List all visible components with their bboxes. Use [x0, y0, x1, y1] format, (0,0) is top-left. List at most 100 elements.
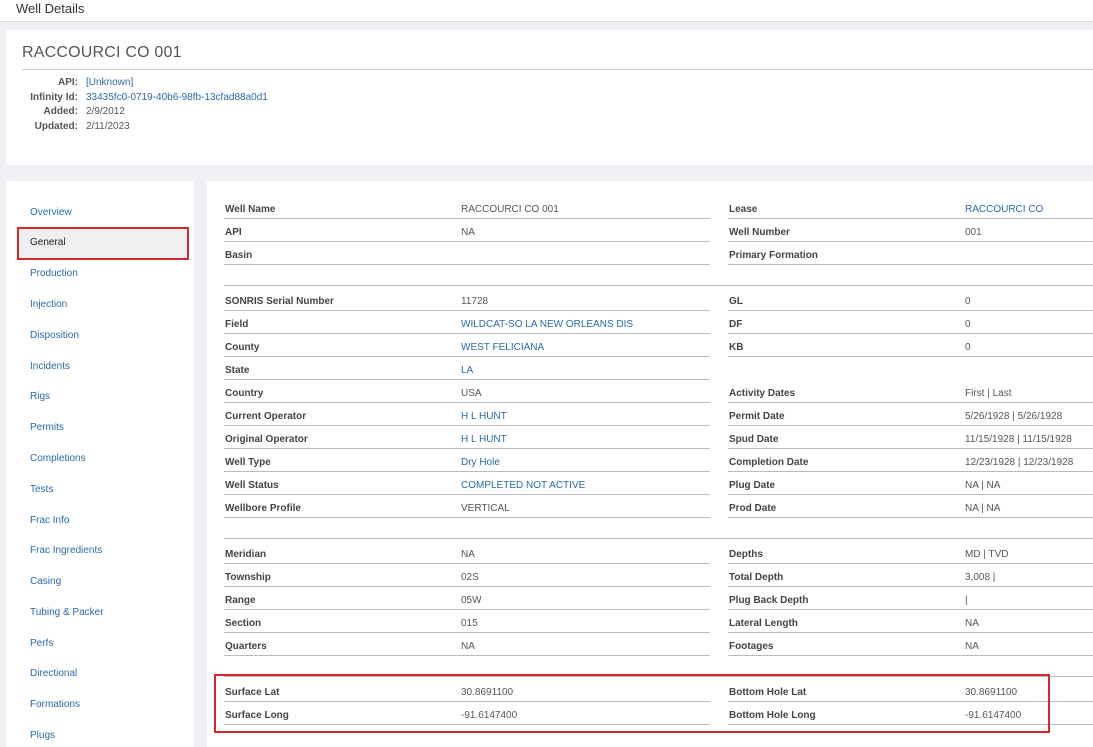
- detail-label: Meridian: [225, 549, 267, 560]
- sidebar-item-tests[interactable]: Tests: [30, 484, 53, 495]
- meta-api-label: API:: [58, 77, 78, 88]
- sidebar-item-frac-ingredients[interactable]: Frac Ingredients: [30, 545, 102, 556]
- row-divider: [224, 310, 710, 311]
- detail-row: Well Status COMPLETED NOT ACTIVE Plug Da…: [224, 474, 1093, 497]
- row-divider: [728, 425, 1093, 426]
- detail-row: SONRIS Serial Number 11728 GL 0: [224, 290, 1093, 313]
- detail-label: Well Type: [225, 457, 271, 468]
- well-status-link[interactable]: COMPLETED NOT ACTIVE: [461, 480, 585, 491]
- detail-value: 02S: [461, 572, 479, 583]
- sidebar-item-formations[interactable]: Formations: [30, 699, 80, 710]
- detail-label: Section: [225, 618, 262, 629]
- detail-value: 0: [965, 319, 971, 330]
- row-divider: [728, 356, 1093, 357]
- row-divider: [728, 632, 1093, 633]
- detail-label: Field: [225, 319, 249, 330]
- detail-value: 05W: [461, 595, 482, 606]
- detail-value: NA | NA: [965, 480, 1001, 491]
- sidebar-item-plugs[interactable]: Plugs: [30, 730, 55, 741]
- row-divider: [728, 586, 1093, 587]
- detail-label: GL: [729, 296, 743, 307]
- sidebar-item-incidents[interactable]: Incidents: [30, 361, 70, 372]
- row-divider: [224, 218, 710, 219]
- row-divider: [224, 425, 710, 426]
- detail-row: Field WILDCAT-SO LA NEW ORLEANS DIS DF 0: [224, 313, 1093, 336]
- sidebar-item-production[interactable]: Production: [30, 268, 78, 279]
- meta-added-value: 2/9/2012: [86, 106, 125, 118]
- detail-value: 3,008 |: [965, 572, 996, 583]
- meta-infinity-id-value[interactable]: 33435fc0-0719-40b6-98fb-13cfad88a0d1: [86, 91, 268, 106]
- detail-label: Original Operator: [225, 434, 308, 445]
- sidebar-item-overview[interactable]: Overview: [30, 207, 72, 218]
- original-operator-link[interactable]: H L HUNT: [461, 434, 507, 445]
- detail-row: Basin Primary Formation: [224, 244, 1093, 267]
- top-bar: Well Details: [0, 0, 1093, 22]
- county-link[interactable]: WEST FELICIANA: [461, 342, 544, 353]
- current-operator-link[interactable]: H L HUNT: [461, 411, 507, 422]
- meta-updated: Updated: 2/11/2023: [6, 120, 268, 135]
- detail-label: Wellbore Profile: [225, 503, 301, 514]
- row-divider: [728, 471, 1093, 472]
- sidebar-item-tubing-packer[interactable]: Tubing & Packer: [30, 607, 104, 618]
- detail-value: |: [965, 595, 968, 606]
- sidebar-item-directional[interactable]: Directional: [30, 668, 77, 679]
- sidebar-item-perfs[interactable]: Perfs: [30, 638, 53, 649]
- sidebar-item-disposition[interactable]: Disposition: [30, 330, 79, 341]
- detail-label: County: [225, 342, 260, 353]
- detail-row: Well Type Dry Hole Completion Date 12/23…: [224, 451, 1093, 474]
- state-link[interactable]: LA: [461, 365, 473, 376]
- well-name-title: RACCOURCI CO 001: [22, 44, 182, 61]
- row-divider: [224, 333, 710, 334]
- detail-value: MD | TVD: [965, 549, 1009, 560]
- meta-added-label: Added:: [43, 106, 78, 118]
- page-title: Well Details: [16, 1, 85, 16]
- sidebar-item-permits[interactable]: Permits: [30, 422, 64, 433]
- meta-updated-label: Updated:: [34, 120, 78, 132]
- sidebar-item-casing[interactable]: Casing: [30, 576, 61, 587]
- section-divider: [224, 538, 1093, 539]
- row-divider: [224, 379, 710, 380]
- row-divider: [728, 402, 1093, 403]
- sidebar-item-rigs[interactable]: Rigs: [30, 391, 50, 402]
- detail-label: Quarters: [225, 641, 267, 652]
- field-link[interactable]: WILDCAT-SO LA NEW ORLEANS DIS: [461, 319, 633, 330]
- detail-label: API: [225, 227, 242, 238]
- detail-label: Prod Date: [729, 503, 777, 514]
- detail-label: Spud Date: [729, 434, 779, 445]
- detail-row: Quarters NA Footages NA: [224, 635, 1093, 658]
- detail-row: API NA Well Number 001: [224, 221, 1093, 244]
- detail-row: Country USA Activity Dates First | Last: [224, 382, 1093, 405]
- detail-label: KB: [729, 342, 744, 353]
- detail-value: NA | NA: [965, 503, 1001, 514]
- detail-row: Township 02S Total Depth 3,008 |: [224, 566, 1093, 589]
- detail-label: Lateral Length: [729, 618, 798, 629]
- sidebar-item-frac-info[interactable]: Frac Info: [30, 515, 69, 526]
- detail-label: Country: [225, 388, 264, 399]
- detail-row: Well Name RACCOURCI CO 001 Lease RACCOUR…: [224, 198, 1093, 221]
- meta-api-value[interactable]: [Unknown]: [86, 76, 133, 91]
- sidebar-item-completions[interactable]: Completions: [30, 453, 86, 464]
- well-meta: API: [Unknown] Infinity Id: 33435fc0-071…: [6, 76, 268, 134]
- detail-value: 12/23/1928 | 12/23/1928: [965, 457, 1074, 468]
- meta-infinity-id: Infinity Id: 33435fc0-0719-40b6-98fb-13c…: [6, 91, 268, 106]
- detail-row: Original Operator H L HUNT Spud Date 11/…: [224, 428, 1093, 451]
- lease-link[interactable]: RACCOURCI CO: [965, 204, 1043, 215]
- detail-value: 11728: [461, 296, 489, 307]
- row-divider: [728, 655, 1093, 656]
- detail-label: Footages: [729, 641, 774, 652]
- row-divider: [728, 264, 1093, 265]
- row-divider: [224, 241, 710, 242]
- detail-value: USA: [461, 388, 482, 399]
- meta-updated-value: 2/11/2023: [86, 120, 130, 132]
- sidebar-item-injection[interactable]: Injection: [30, 299, 67, 310]
- detail-row: State LA: [224, 359, 1093, 382]
- detail-value: NA: [965, 618, 979, 629]
- well-type-link[interactable]: Dry Hole: [461, 457, 500, 468]
- detail-value: NA: [461, 227, 475, 238]
- detail-label: DF: [729, 319, 743, 330]
- meta-infinity-id-label: Infinity Id:: [30, 91, 78, 103]
- sidebar-nav: Overview General Production Injection Di…: [6, 181, 194, 747]
- detail-value: 5/26/1928 | 5/26/1928: [965, 411, 1063, 422]
- row-divider: [224, 517, 710, 518]
- row-divider: [224, 402, 710, 403]
